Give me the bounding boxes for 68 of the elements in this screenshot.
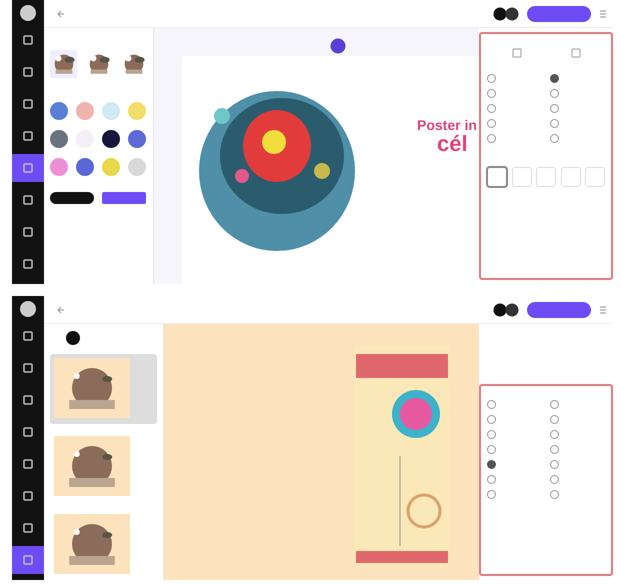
present-button[interactable] — [527, 6, 591, 22]
radio-button[interactable] — [550, 430, 559, 439]
square-icon — [23, 491, 33, 501]
radio-button[interactable] — [487, 445, 496, 454]
menu-icon[interactable] — [599, 8, 607, 18]
color-swatch[interactable] — [128, 102, 146, 120]
radio-button[interactable] — [487, 119, 496, 128]
radio-button[interactable] — [487, 460, 496, 469]
square-icon — [23, 427, 33, 437]
radio-button[interactable] — [487, 400, 496, 409]
radio-button[interactable] — [550, 104, 559, 113]
square-icon — [23, 195, 33, 205]
poster-title: Poster in — [417, 118, 478, 134]
menu-icon[interactable] — [599, 304, 607, 314]
square-icon — [23, 555, 33, 565]
color-swatch[interactable] — [102, 102, 120, 120]
square-icon — [23, 523, 33, 533]
radio-button[interactable] — [487, 430, 496, 439]
square-icon — [23, 331, 33, 341]
color-swatch[interactable] — [128, 130, 146, 148]
logo-icon[interactable] — [19, 4, 37, 22]
present-button[interactable] — [527, 302, 591, 318]
logo-icon[interactable] — [19, 300, 37, 318]
square-icon — [23, 99, 33, 109]
color-swatch[interactable] — [102, 130, 120, 148]
square-icon — [23, 259, 33, 269]
radio-button[interactable] — [550, 415, 559, 424]
slide-thumbnail[interactable] — [50, 354, 157, 424]
square-icon — [23, 227, 33, 237]
radio-button[interactable] — [487, 134, 496, 143]
color-swatch[interactable] — [76, 102, 94, 120]
color-swatch[interactable] — [76, 158, 94, 176]
color-swatch[interactable] — [128, 158, 146, 176]
radio-button[interactable] — [487, 415, 496, 424]
dark-pill-button[interactable] — [50, 192, 94, 204]
radio-button[interactable] — [550, 89, 559, 98]
color-swatch[interactable] — [50, 130, 68, 148]
square-icon — [23, 163, 33, 173]
radio-button[interactable] — [550, 134, 559, 143]
color-swatch[interactable] — [50, 102, 68, 120]
radio-button[interactable] — [487, 104, 496, 113]
radio-button[interactable] — [550, 490, 559, 499]
add-icon[interactable] — [66, 330, 80, 345]
color-picker-icon[interactable] — [330, 38, 346, 54]
radio-button[interactable] — [550, 460, 559, 469]
radio-button[interactable] — [550, 445, 559, 454]
radio-button[interactable] — [550, 119, 559, 128]
radio-button[interactable] — [487, 475, 496, 484]
back-icon[interactable] — [56, 8, 66, 18]
square-icon — [23, 459, 33, 469]
square-icon — [23, 131, 33, 141]
square-icon — [23, 395, 33, 405]
poster-heading: cél — [437, 133, 469, 156]
radio-button[interactable] — [487, 490, 496, 499]
color-swatch[interactable] — [50, 158, 68, 176]
avatar-icon[interactable] — [493, 6, 519, 20]
avatar-icon[interactable] — [493, 302, 519, 316]
radio-button[interactable] — [550, 74, 559, 83]
radio-button[interactable] — [487, 74, 496, 83]
back-icon[interactable] — [56, 304, 66, 314]
radio-button[interactable] — [550, 475, 559, 484]
color-swatch[interactable] — [102, 158, 120, 176]
radio-button[interactable] — [550, 400, 559, 409]
square-icon — [23, 67, 33, 77]
radio-button[interactable] — [487, 89, 496, 98]
square-icon — [23, 35, 33, 45]
square-icon — [23, 363, 33, 373]
align-button[interactable] — [487, 167, 507, 187]
